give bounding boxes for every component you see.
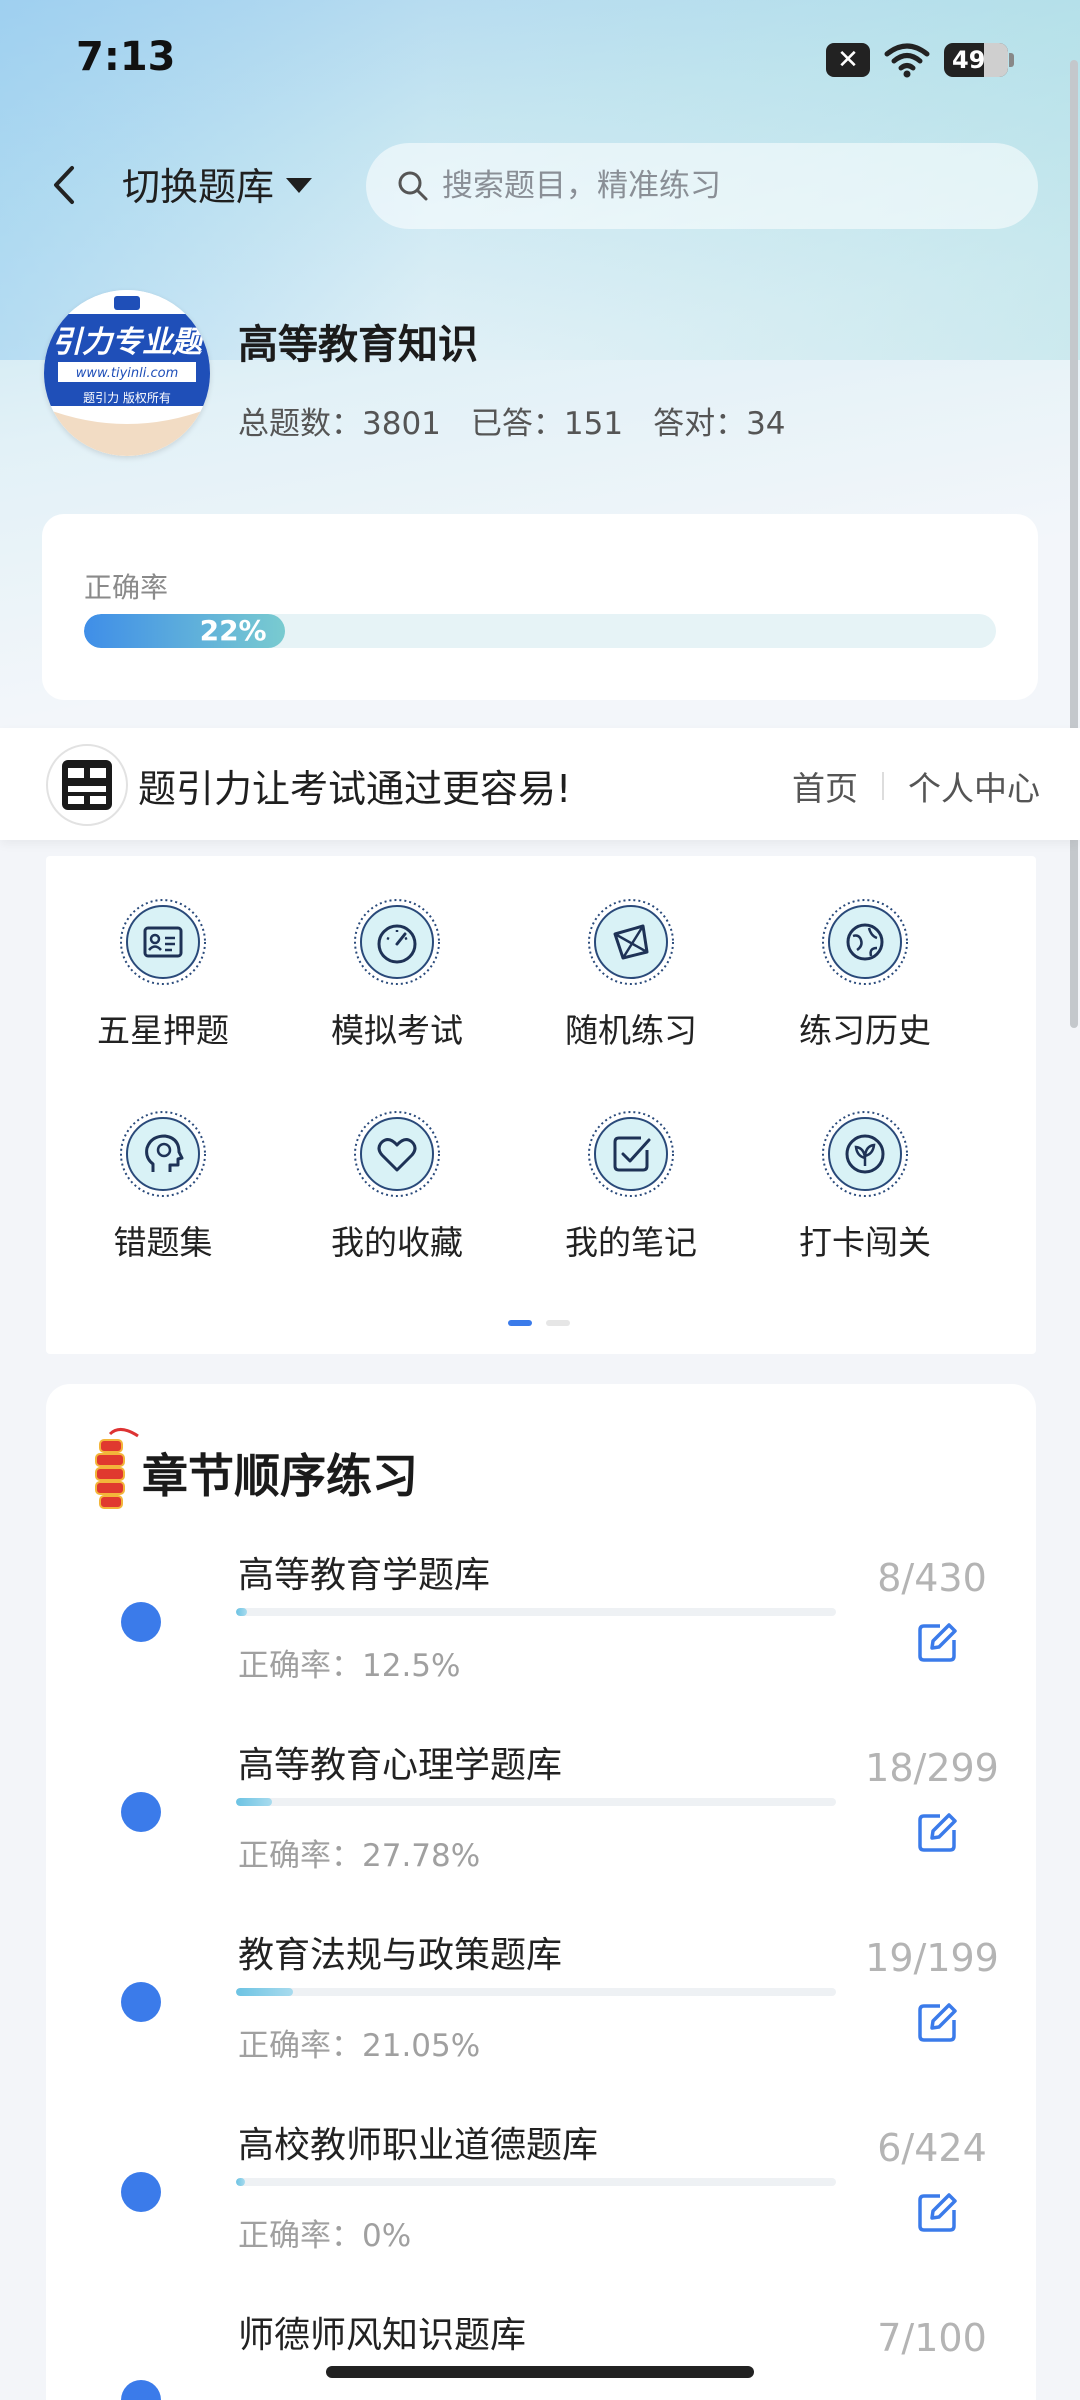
- heart-icon: [354, 1111, 440, 1197]
- accuracy-label: 正确率: [84, 571, 169, 604]
- chapter-count: 6/424: [877, 2126, 987, 2170]
- feature-label: 错题集: [113, 1223, 213, 1262]
- accuracy-card: 正确率 22%: [42, 514, 1038, 700]
- chapter-row[interactable]: 师德师风知识题库 7/100: [46, 2306, 1036, 2400]
- chapter-row[interactable]: 教育法规与政策题库 正确率：21.05% 19/199: [46, 1926, 1036, 2116]
- note-check-icon: [588, 1111, 674, 1197]
- feature-wrong-questions[interactable]: 错题集: [46, 1110, 280, 1264]
- brand-logo-icon: [46, 744, 128, 826]
- chapter-name: 高等教育学题库: [238, 1555, 491, 1596]
- battery-icon: 49: [944, 43, 1014, 77]
- slogan-bar: 题引力让考试通过更容易! 首页 个人中心: [0, 728, 1080, 840]
- edit-icon[interactable]: [916, 2000, 960, 2044]
- logo-subtitle: 题引力 版权所有: [83, 391, 171, 405]
- nav-profile-link[interactable]: 个人中心: [908, 762, 1040, 810]
- chapter-bullet: [121, 2172, 161, 2212]
- bank-name: 高等教育知识: [238, 322, 478, 368]
- page-indicator: [508, 1320, 570, 1326]
- edit-icon[interactable]: [916, 2190, 960, 2234]
- search-input[interactable]: [440, 167, 1004, 205]
- chapter-progress-bar: [236, 1798, 836, 1806]
- feature-mock-exam[interactable]: 模拟考试: [280, 898, 514, 1052]
- chapter-count: 19/199: [865, 1936, 999, 1980]
- gauge-icon: [354, 899, 440, 985]
- chapter-count: 18/299: [865, 1746, 999, 1790]
- nav-home-link[interactable]: 首页: [792, 762, 858, 810]
- feature-label: 我的收藏: [331, 1223, 463, 1262]
- bank-stats: 总题数：3801 已答：151 答对：34: [238, 398, 786, 443]
- feature-label: 随机练习: [565, 1011, 697, 1050]
- firecracker-icon: [95, 1428, 139, 1509]
- chapter-bullet: [121, 1602, 161, 1642]
- feature-label: 我的笔记: [565, 1223, 697, 1262]
- edit-icon[interactable]: [916, 1810, 960, 1854]
- feature-label: 练习历史: [799, 1011, 931, 1050]
- chapter-count: 8/430: [877, 1556, 987, 1600]
- bank-logo: 引力专业题 www.tiyinli.com 题引力 版权所有: [44, 290, 210, 456]
- chapter-accuracy: 正确率：0%: [238, 2218, 412, 2254]
- chapter-progress-bar: [236, 1608, 836, 1616]
- head-icon: [120, 1111, 206, 1197]
- search-bar[interactable]: [366, 143, 1038, 229]
- feature-label: 模拟考试: [331, 1011, 463, 1050]
- edit-icon[interactable]: [916, 1620, 960, 1664]
- stat-answered: 已答：151: [470, 406, 624, 442]
- caret-down-icon: [286, 178, 313, 193]
- feature-history[interactable]: 练习历史: [748, 898, 982, 1052]
- feature-label: 打卡闯关: [799, 1223, 931, 1262]
- chapter-accuracy: 正确率：21.05%: [238, 2028, 481, 2064]
- page-dot-active: [508, 1320, 532, 1326]
- chapter-row[interactable]: 高等教育学题库 正确率：12.5% 8/430: [46, 1546, 1036, 1736]
- chapter-name: 教育法规与政策题库: [238, 1935, 563, 1976]
- status-time: 7:13: [76, 34, 176, 80]
- chapter-progress-bar: [236, 1988, 836, 1996]
- wifi-icon: [884, 43, 930, 78]
- feature-checkin[interactable]: 打卡闯关: [748, 1110, 982, 1264]
- switch-bank-dropdown[interactable]: 切换题库: [122, 156, 313, 211]
- accuracy-progress-fill: 22%: [84, 614, 285, 648]
- chapter-bullet: [121, 2380, 161, 2400]
- stat-total: 总题数：3801: [238, 406, 441, 442]
- chapter-progress-bar: [236, 2178, 836, 2186]
- chapter-count: 7/100: [877, 2316, 987, 2360]
- chapter-practice-card: 章节顺序练习 高等教育学题库 正确率：12.5% 8/430 高等教育心理学题库…: [46, 1384, 1036, 2400]
- back-arrow-icon[interactable]: [44, 160, 84, 210]
- chapter-bullet: [121, 1982, 161, 2022]
- feature-grid: 五星押题 模拟考试 随机练习 练习历史 错题集 我的收藏 我的笔记 打卡闯关: [46, 856, 1036, 1354]
- chapter-bullet: [121, 1792, 161, 1832]
- feature-five-star[interactable]: 五星押题: [46, 898, 280, 1052]
- chapter-name: 师德师风知识题库: [238, 2315, 527, 2356]
- chapter-section-title: 章节顺序练习: [142, 1449, 418, 1503]
- battery-level: 49: [952, 46, 986, 74]
- shuffle-shape-icon: [588, 899, 674, 985]
- scrollbar[interactable]: [1070, 60, 1078, 1028]
- chapter-name: 高等教育心理学题库: [238, 1745, 563, 1786]
- search-icon: [398, 171, 428, 201]
- page-dot[interactable]: [546, 1320, 570, 1326]
- feature-favorites[interactable]: 我的收藏: [280, 1110, 514, 1264]
- slogan-nav: 首页 个人中心: [792, 762, 1040, 810]
- logo-url: www.tiyinli.com: [76, 366, 179, 381]
- chapter-row[interactable]: 高校教师职业道德题库 正确率：0% 6/424: [46, 2116, 1036, 2306]
- feature-notes[interactable]: 我的笔记: [514, 1110, 748, 1264]
- feature-random-practice[interactable]: 随机练习: [514, 898, 748, 1052]
- accuracy-progress-bar: 22%: [84, 614, 996, 648]
- feature-label: 五星押题: [97, 1011, 229, 1050]
- notification-x-icon: ✕: [826, 43, 870, 77]
- home-indicator[interactable]: [326, 2366, 754, 2378]
- switch-bank-label: 切换题库: [122, 165, 275, 209]
- nav-divider: [882, 772, 884, 800]
- status-icons: ✕ 49: [826, 40, 1014, 80]
- chapter-accuracy: 正确率：12.5%: [238, 1648, 461, 1684]
- chapter-name: 高校教师职业道德题库: [238, 2125, 599, 2166]
- id-card-icon: [120, 899, 206, 985]
- globe-icon: [822, 899, 908, 985]
- chapter-row[interactable]: 高等教育心理学题库 正确率：27.78% 18/299: [46, 1736, 1036, 1926]
- slogan-text: 题引力让考试通过更容易!: [138, 767, 572, 811]
- logo-title: 引力专业题: [52, 325, 208, 360]
- chapter-accuracy: 正确率：27.78%: [238, 1838, 481, 1874]
- stat-correct: 答对：34: [653, 406, 786, 442]
- sprout-icon: [822, 1111, 908, 1197]
